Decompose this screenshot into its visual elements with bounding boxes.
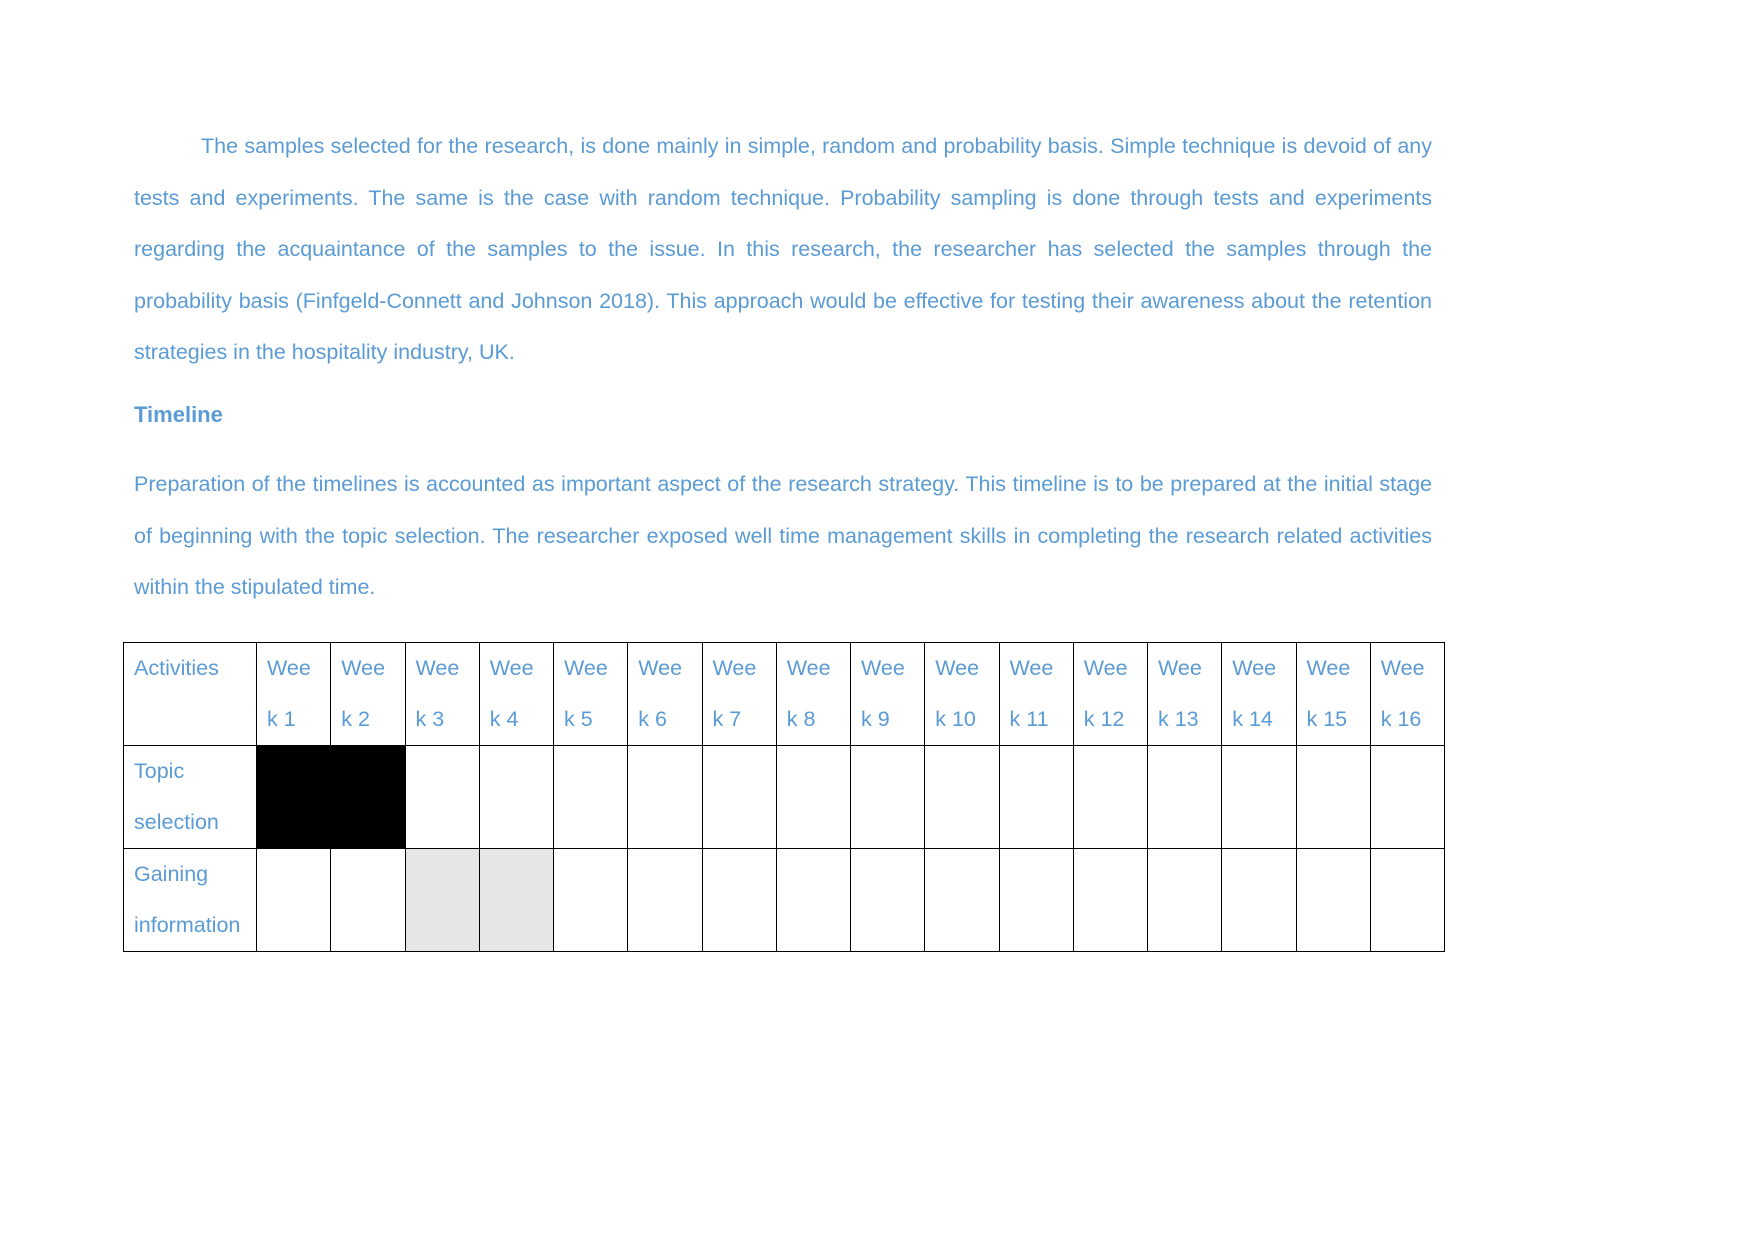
week-label-line1: Wee (1009, 656, 1054, 680)
week-label-line2: k 14 (1232, 707, 1273, 731)
week-label-line1: Wee (341, 656, 386, 680)
week-label-line2: k 6 (638, 707, 667, 731)
schedule-cell-empty (775, 848, 852, 952)
header-activities: Activities (123, 642, 257, 746)
schedule-cell-empty (627, 745, 703, 849)
header-week-16: Wee k 16 (1369, 642, 1446, 746)
schedule-cell-empty (255, 848, 332, 952)
activity-label-line1: Gaining (134, 862, 209, 886)
week-label-line1: Wee (786, 656, 831, 680)
schedule-cell-active (404, 848, 480, 952)
week-label-line1: Wee (935, 656, 980, 680)
week-label-line1: Wee (638, 656, 683, 680)
schedule-cell-empty (849, 848, 926, 952)
week-label-line1: Wee (1083, 656, 1128, 680)
schedule-cell-empty (775, 745, 852, 849)
week-label-line1: Wee (564, 656, 608, 680)
header-week-15: Wee k 15 (1295, 642, 1371, 746)
header-week-1: Wee k 1 (255, 642, 332, 746)
activity-label-line1: Topic (134, 759, 185, 783)
activity-label-line2: selection (134, 810, 219, 834)
week-label-line2: k 12 (1083, 707, 1125, 731)
week-label-line1: Wee (1306, 656, 1351, 680)
week-label-line2: k 5 (564, 707, 593, 731)
week-label-line2: k 15 (1306, 707, 1348, 731)
header-week-7: Wee k 7 (701, 642, 777, 746)
activity-name-cell: Topic selection (123, 745, 257, 849)
table-row: Topic selection (123, 745, 1446, 849)
header-week-3: Wee k 3 (404, 642, 480, 746)
schedule-cell-empty (552, 745, 629, 849)
header-week-2: Wee k 2 (330, 642, 406, 746)
schedule-cell-empty (627, 848, 703, 952)
week-label-line1: Wee (1232, 656, 1277, 680)
schedule-cell-empty (1072, 745, 1149, 849)
schedule-cell-empty (998, 848, 1074, 952)
schedule-cell-empty (1146, 848, 1223, 952)
week-label-line1: Wee (712, 656, 757, 680)
week-label-line2: k 11 (1009, 707, 1049, 731)
schedule-cell-empty (1295, 848, 1371, 952)
schedule-cell-empty (404, 745, 480, 849)
schedule-cell-active (478, 848, 555, 952)
week-label-line2: k 10 (935, 707, 976, 731)
header-week-9: Wee k 9 (849, 642, 926, 746)
schedule-cell-empty (330, 848, 406, 952)
body-paragraph-sampling: The samples selected for the research, i… (134, 134, 1432, 364)
week-label-line2: k 9 (861, 707, 890, 731)
schedule-cell-active (330, 745, 406, 849)
header-week-11: Wee k 11 (998, 642, 1074, 746)
header-week-12: Wee k 12 (1072, 642, 1149, 746)
week-label-line2: k 1 (267, 707, 296, 731)
schedule-cell-active (255, 745, 332, 849)
week-label-line2: k 7 (712, 707, 742, 731)
body-paragraph-timeline: Preparation of the timelines is accounte… (134, 472, 1432, 599)
section-heading-timeline: Timeline (134, 402, 223, 427)
header-activities-label: Activities (134, 656, 219, 680)
header-week-6: Wee k 6 (627, 642, 703, 746)
week-label-line2: k 2 (341, 707, 370, 731)
activity-name-cell: Gaining information (123, 848, 257, 952)
table-header-row: Activities Wee k 1 Wee k 2 Wee k 3 Wee k 4 Wee k … (123, 642, 1446, 746)
timeline-table: Activities Wee k 1 Wee k 2 Wee k 3 Wee k 4 Wee k … (123, 642, 1446, 952)
week-label-line1: Wee (267, 656, 311, 680)
schedule-cell-empty (701, 848, 777, 952)
header-week-5: Wee k 5 (552, 642, 629, 746)
schedule-cell-empty (924, 848, 1000, 952)
week-label-line2: k 13 (1158, 707, 1199, 731)
header-week-8: Wee k 8 (775, 642, 852, 746)
week-label-line2: k 16 (1380, 707, 1422, 731)
activity-label-line2: information (134, 913, 241, 937)
schedule-cell-empty (1072, 848, 1149, 952)
week-label-line1: Wee (489, 656, 534, 680)
schedule-cell-empty (701, 745, 777, 849)
schedule-cell-empty (1295, 745, 1371, 849)
week-label-line1: Wee (1380, 656, 1425, 680)
header-week-13: Wee k 13 (1146, 642, 1223, 746)
week-label-line2: k 8 (786, 707, 816, 731)
schedule-cell-empty (998, 745, 1074, 849)
schedule-cell-empty (924, 745, 1000, 849)
header-week-14: Wee k 14 (1221, 642, 1297, 746)
schedule-cell-empty (849, 745, 926, 849)
week-label-line1: Wee (861, 656, 905, 680)
schedule-cell-empty (1369, 745, 1446, 849)
week-label-line1: Wee (1158, 656, 1202, 680)
schedule-cell-empty (1221, 745, 1297, 849)
schedule-cell-empty (552, 848, 629, 952)
table-row: Gaining information (123, 848, 1446, 952)
header-week-10: Wee k 10 (924, 642, 1000, 746)
schedule-cell-empty (1369, 848, 1446, 952)
schedule-cell-empty (1221, 848, 1297, 952)
week-label-line1: Wee (415, 656, 460, 680)
schedule-cell-empty (478, 745, 555, 849)
week-label-line2: k 3 (415, 707, 445, 731)
schedule-cell-empty (1146, 745, 1223, 849)
week-label-line2: k 4 (489, 707, 519, 731)
header-week-4: Wee k 4 (478, 642, 555, 746)
